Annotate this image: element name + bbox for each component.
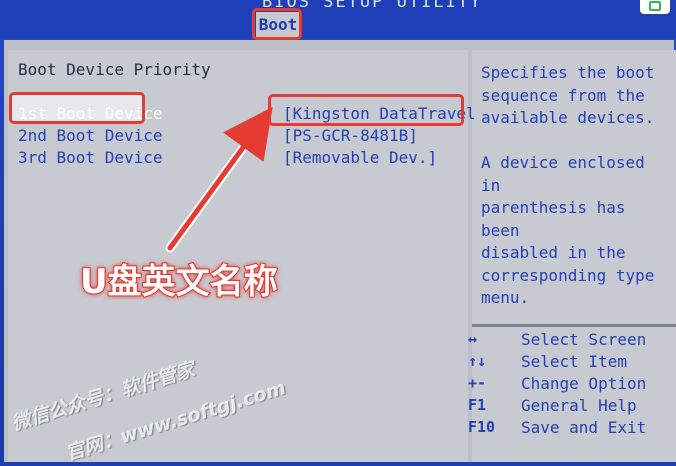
- bios-screen: BIOS SETUP UTILITY Boot Boot Device Prio…: [0, 0, 676, 465]
- annotation-label: U盘英文名称: [79, 261, 279, 303]
